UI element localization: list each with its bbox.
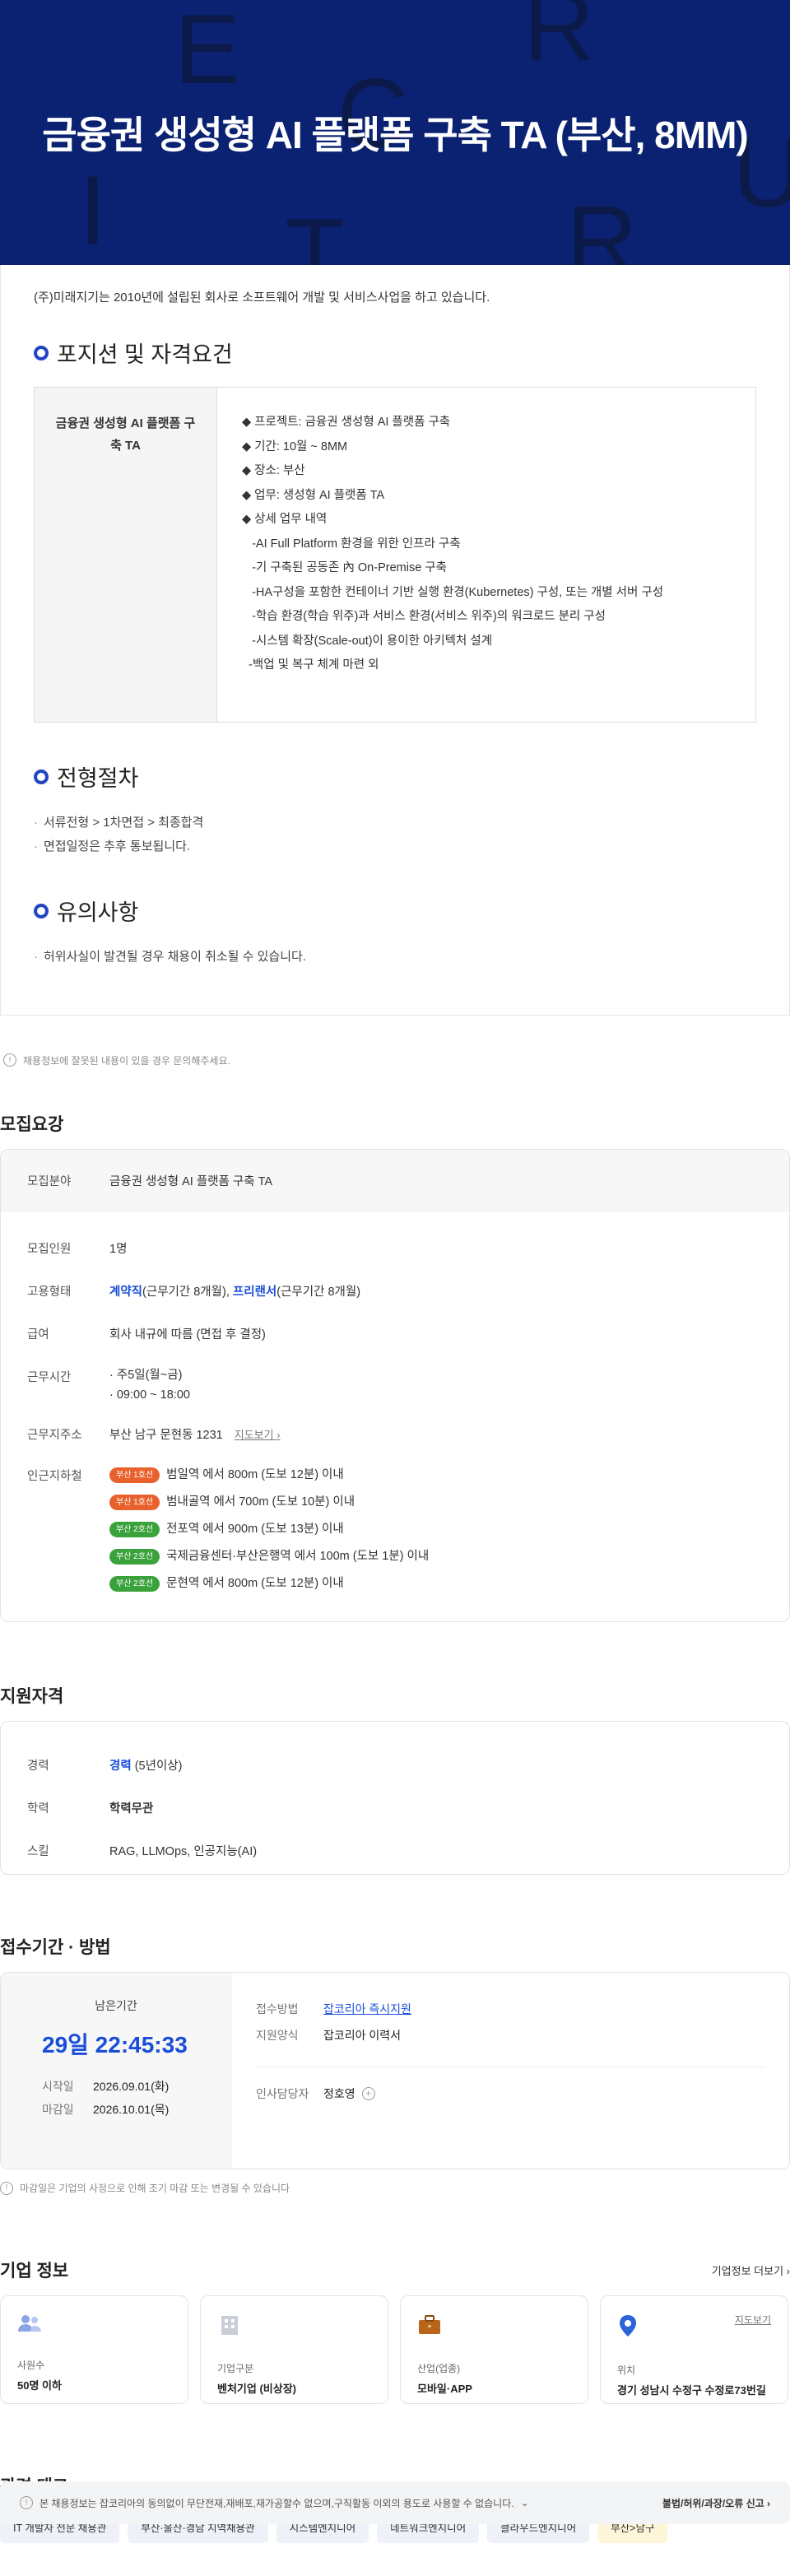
building-icon [221, 2316, 238, 2335]
position-heading: 포지션 및 자격요건 [34, 337, 756, 369]
recruit-hours-row: 근무시간 · 주5일(월~금) · 09:00 ~ 18:00 [1, 1368, 789, 1425]
subway-line-badge: 부산 2호선 [109, 1522, 160, 1537]
position-line: -AI Full Platform 환경을 위한 인프라 구축 [242, 537, 461, 551]
section-title: 접수기간 · 방법 [0, 1938, 111, 1957]
list-item: 허위사실이 발견될 경우 채용이 취소될 수 있습니다. [34, 945, 756, 969]
hero-banner: E C R I T R U 금융권 생성형 AI 플랫폼 구축 TA (부산, … [0, 0, 790, 265]
company-card-type: 기업구분 벤처기업 (비상장) [200, 2295, 388, 2404]
hero-ghost-letter: R [566, 185, 638, 265]
section-title: 지원자격 [0, 1687, 64, 1706]
deadline-panel: 남은기간 29일 22:45:33 시작일 2026.09.01(화) 마감일 20… [1, 1973, 231, 2169]
apply-method-link[interactable]: 잡코리아 즉시지원 [323, 2002, 411, 2016]
subway-line-badge: 부산 2호선 [109, 1549, 160, 1565]
process-heading: 전형절차 [34, 760, 756, 793]
recruit-subway-row: 인근지하철 부산 1호선 범일역 에서 800m (도보 12분) 이내 부산 1… [1, 1463, 789, 1597]
position-line: ◆ 프로젝트: 금융권 생성형 AI 플랫폼 구축 [242, 416, 451, 429]
company-card-employees: 사원수 50명 이하 [0, 2295, 188, 2404]
company-more-link[interactable]: 기업정보 더보기 › [712, 2262, 790, 2278]
recruit-card: 모집분야 금융권 생성형 AI 플랫폼 구축 TA 모집인원 1명 고용형태 계… [0, 1149, 790, 1622]
list-item: 면접일정은 추후 통보됩니다. [34, 835, 756, 858]
qual-skill-row: 스킬 RAG, LLMOps, 인공지능(AI) [27, 1844, 258, 1858]
list-item: · 09:00 ~ 18:00 [109, 1388, 190, 1402]
hero-ghost-letter: I [79, 156, 107, 265]
apply-method-panel: 접수방법 잡코리아 즉시지원 지원양식 잡코리아 이력서 인사담당자 정호영 + [231, 1973, 789, 2169]
list-item: 부산 2호선 전포역 에서 900m (도보 13분) 이내 [109, 1516, 429, 1543]
list-item: 부산 2호선 국제금융센터·부산은행역 에서 100m (도보 1분) 이내 [109, 1543, 429, 1570]
list-item: 서류전형 > 1차면접 > 최종합격 [34, 811, 756, 835]
company-map-link[interactable]: 지도보기 [735, 2313, 771, 2327]
job-detail: (주)미래지기는 2010년에 설립된 회사로 소프트웨어 개발 및 서비스사업… [0, 265, 790, 1016]
info-icon: ! [20, 2496, 33, 2509]
qualification-card: 경력 경력 (5년이상) 학력 학력무관 스킬 RAG, LLMOps, 인공지… [0, 1721, 790, 1875]
recruit-address-row: 근무지주소 부산 남구 문현동 1231 지도보기 › [27, 1429, 281, 1442]
remaining-time: 29일 22:45:33 [42, 2032, 188, 2058]
section-title: 모집요강 [0, 1115, 64, 1134]
employment-type-freelancer[interactable]: 프리랜서 [233, 1286, 276, 1299]
position-line: ◆ 기간: 10월 ~ 8MM [242, 439, 348, 453]
info-icon: ! [3, 1053, 16, 1067]
briefcase-icon [419, 2315, 440, 2334]
subway-line-badge: 부산 1호선 [109, 1467, 160, 1483]
list-item: 부산 1호선 범내골역 에서 700m (도보 10분) 이내 [109, 1489, 429, 1516]
qual-edu-row: 학력 학력무관 [27, 1802, 154, 1816]
ring-bullet-icon [34, 769, 49, 784]
map-pin-icon [620, 2315, 636, 2337]
people-icon [18, 2315, 41, 2332]
hr-manager: 정호영 [323, 2087, 356, 2100]
position-line: -백업 및 복구 체계 마련 외 [242, 658, 379, 672]
plus-icon[interactable]: + [361, 2087, 375, 2100]
hero-ghost-letter: E [174, 0, 241, 105]
end-date: 2026.10.01(목) [93, 2103, 170, 2116]
page: E C R I T R U 금융권 생성형 AI 플랫폼 구축 TA (부산, … [0, 0, 790, 2576]
subway-line-badge: 부산 2호선 [109, 1576, 160, 1592]
qual-exp-row: 경력 경력 (5년이상) [27, 1759, 183, 1773]
job-title: 금융권 생성형 AI 플랫폼 구축 TA (부산, 8MM) [42, 114, 748, 156]
position-line: -시스템 확장(Scale-out)이 용이한 아키텍처 설계 [242, 634, 493, 648]
report-button[interactable]: 불법/허위/과장/오류 신고 › [662, 2496, 770, 2510]
ring-bullet-icon [34, 345, 49, 360]
recruit-type-row: 고용형태 계약직(근무기간 8개월), 프리랜서(근무기간 8개월) [27, 1286, 361, 1299]
position-line: ◆ 장소: 부산 [242, 464, 305, 477]
report-inaccuracy[interactable]: ! 채용정보에 잘못된 내용이 있을 경우 문의해주세요. [0, 1016, 790, 1081]
company-cards: 사원수 50명 이하 기업구분 벤처기업 (비상장) 산업(업종) 모바일·AP… [0, 2295, 790, 2404]
apply-card: 남은기간 29일 22:45:33 시작일 2026.09.01(화) 마감일 20… [0, 1972, 790, 2169]
list-item: 부산 1호선 범일역 에서 800m (도보 12분) 이내 [109, 1462, 429, 1489]
position-line: -HA구성을 포함한 컨테이너 기반 실행 환경(Kubernetes) 구성,… [242, 585, 664, 599]
recruit-count-row: 모집인원 1명 [27, 1243, 128, 1256]
list-item: 부산 2호선 문현역 에서 800m (도보 12분) 이내 [109, 1570, 429, 1597]
map-link[interactable]: 지도보기 › [235, 1429, 281, 1441]
company-intro: (주)미래지기는 2010년에 설립된 회사로 소프트웨어 개발 및 서비스사업… [34, 291, 490, 305]
recruit-salary-row: 급여 회사 내규에 따름 (면접 후 결정) [27, 1328, 266, 1341]
ring-bullet-icon [34, 903, 49, 918]
position-line: -학습 환경(학습 위주)과 서비스 환경(서비스 위주)의 워크로드 분리 구… [242, 610, 606, 623]
position-line: ◆ 업무: 생성형 AI 플랫폼 TA [242, 488, 385, 502]
subway-line-badge: 부산 1호선 [109, 1495, 160, 1510]
hero-ghost-letter: R [523, 0, 595, 81]
company-section: 기업 정보 기업정보 더보기 › 사원수 50명 이하 기업구분 벤처기업 (비… [0, 2257, 790, 2404]
footer-bar: ! 본 채용정보는 잡코리아의 동의없이 무단전재,재배포,재가공할수 없으며,… [0, 2481, 790, 2524]
recruit-field-row: 모집분야 금융권 생성형 AI 플랫폼 구축 TA [1, 1150, 789, 1211]
qualification-section: 지원자격 경력 경력 (5년이상) 학력 학력무관 스킬 RAG, LLMOps… [0, 1683, 790, 1875]
recruit-section: 모집요강 모집분야 금융권 생성형 AI 플랫폼 구축 TA 모집인원 1명 고… [0, 1111, 790, 1622]
notice-heading: 유의사항 [34, 895, 756, 927]
info-icon: ! [0, 2181, 13, 2195]
chevron-down-icon[interactable]: ⌄ [521, 2497, 529, 2509]
company-card-industry: 산업(업종) 모바일·APP [400, 2295, 588, 2404]
deadline-note: ! 마감일은 기업의 사정으로 인해 조기 마감 또는 변경될 수 있습니다 [0, 2169, 790, 2195]
hero-ghost-letter: T [285, 198, 346, 265]
section-title: 기업 정보 [0, 2262, 69, 2281]
start-date: 2026.09.01(화) [93, 2080, 170, 2093]
position-description: ◆ 프로젝트: 금융권 생성형 AI 플랫폼 구축 ◆ 기간: 10월 ~ 8M… [217, 388, 688, 722]
position-line: ◆ 상세 업무 내역 [242, 513, 328, 526]
position-line: -기 구축된 공동존 內 On-Premise 구축 [242, 561, 447, 574]
position-name: 금융권 생성형 AI 플랫폼 구축 TA [35, 388, 217, 722]
apply-section: 접수기간 · 방법 남은기간 29일 22:45:33 시작일 2026.09.0… [0, 1934, 790, 2195]
notice-list: 허위사실이 발견될 경우 채용이 취소될 수 있습니다. [34, 945, 756, 969]
list-item: · 주5일(월~금) [109, 1369, 183, 1382]
company-card-location: 지도보기 위치 경기 성남시 수정구 수정로73번길 [600, 2295, 788, 2404]
position-table: 금융권 생성형 AI 플랫폼 구축 TA ◆ 프로젝트: 금융권 생성형 AI … [34, 387, 756, 723]
process-list: 서류전형 > 1차면접 > 최종합격 면접일정은 추후 통보됩니다. [34, 811, 756, 858]
employment-type-contract[interactable]: 계약직 [109, 1286, 142, 1299]
